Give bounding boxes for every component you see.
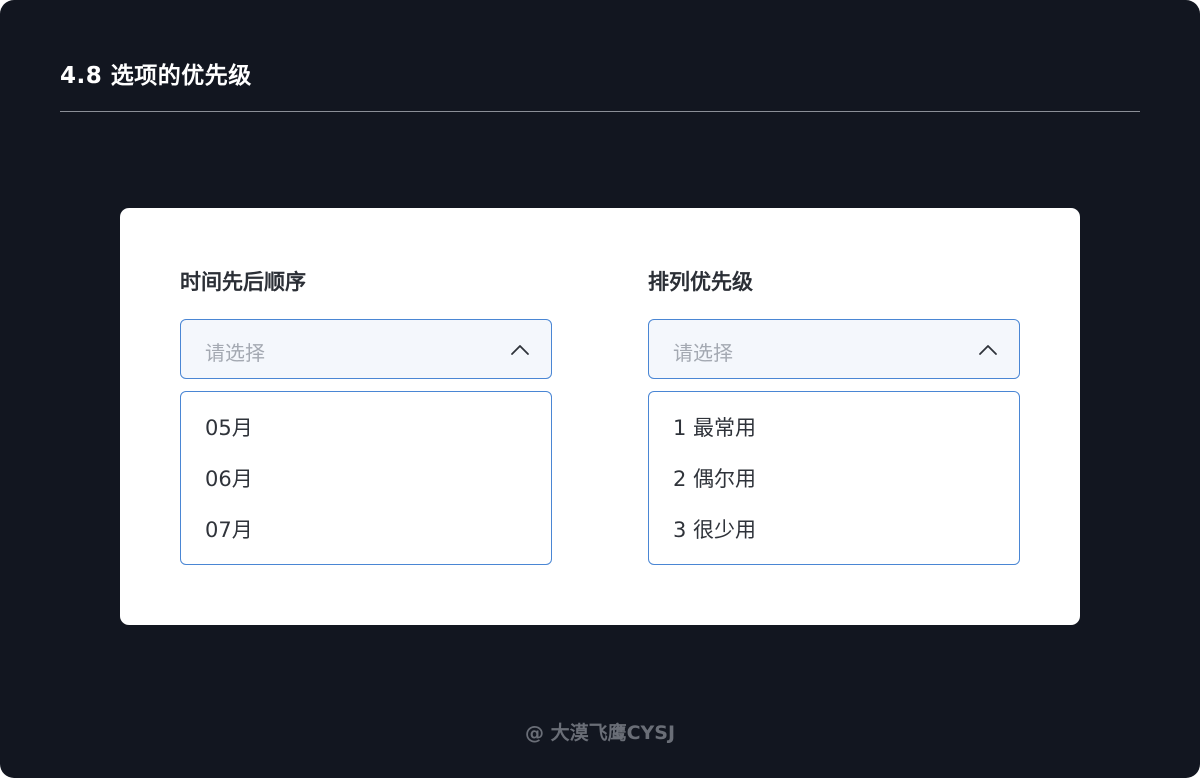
chevron-up-icon [979, 345, 997, 355]
dropdown-option[interactable]: 06月 [181, 459, 551, 510]
footer-credit: @ 大漠飞鹰CYSJ [524, 722, 676, 744]
priority-label: 排列优先级 [648, 270, 753, 294]
time-order-select[interactable]: 请选择 [180, 319, 552, 379]
dropdown-option[interactable]: 1 最常用 [649, 408, 1019, 459]
chevron-up-icon [511, 345, 529, 355]
select-placeholder: 请选择 [673, 341, 733, 365]
time-order-label: 时间先后顺序 [180, 270, 306, 294]
section-title: 4.8 选项的优先级 [60, 63, 252, 89]
title-divider [60, 111, 1140, 112]
priority-select[interactable]: 请选择 [648, 319, 1020, 379]
priority-dropdown: 1 最常用 2 偶尔用 3 很少用 [648, 391, 1020, 565]
dropdown-option[interactable]: 07月 [181, 510, 551, 561]
dropdown-option[interactable]: 05月 [181, 408, 551, 459]
page-frame: 4.8 选项的优先级 时间先后顺序 请选择 05月 06月 07月 排列优先级 … [0, 0, 1200, 778]
dropdown-option[interactable]: 2 偶尔用 [649, 459, 1019, 510]
time-order-dropdown: 05月 06月 07月 [180, 391, 552, 565]
select-placeholder: 请选择 [205, 341, 265, 365]
demo-card: 时间先后顺序 请选择 05月 06月 07月 排列优先级 请选择 1 最常用 2… [120, 208, 1080, 625]
dropdown-option[interactable]: 3 很少用 [649, 510, 1019, 561]
